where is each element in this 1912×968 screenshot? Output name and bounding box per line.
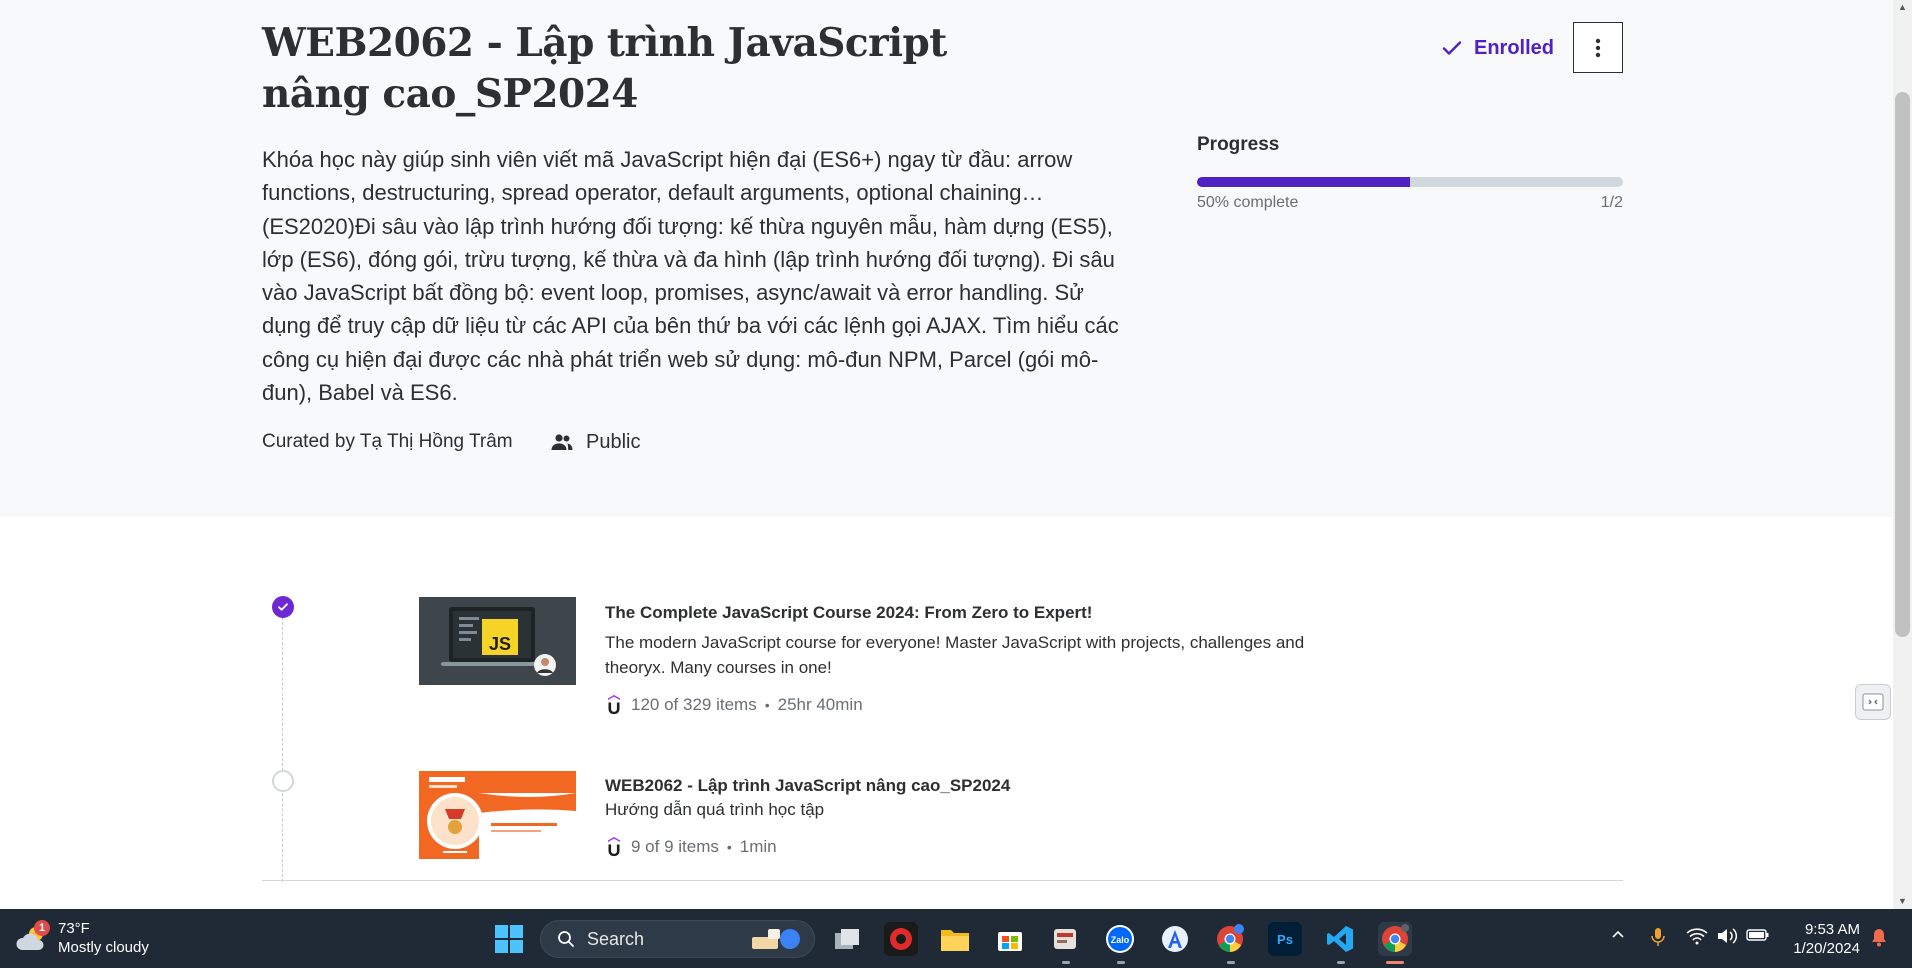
course-item-description: Hướng dẫn quá trình học tập <box>605 800 825 819</box>
progress-bar <box>1197 177 1623 187</box>
curated-by: Curated by Tạ Thị Hồng Trâm <box>262 431 513 452</box>
chrome-profile-icon[interactable] <box>1378 922 1412 956</box>
visibility-label: Public <box>586 430 641 453</box>
check-icon <box>278 603 288 611</box>
screen-capture-icon <box>1862 693 1884 711</box>
progress-label: Progress <box>1197 134 1280 155</box>
js-badge: JS <box>488 634 512 654</box>
search-placeholder: Search <box>587 928 645 949</box>
course-path-page: WEB2062 - Lập trình JavaScript nâng cao_… <box>0 0 1893 909</box>
svg-text:Zalo: Zalo <box>1111 935 1130 945</box>
task-view-icon[interactable] <box>830 922 864 956</box>
timeline-connector <box>282 617 283 882</box>
cloud-icon: 1 <box>14 920 50 956</box>
progress-fill <box>1197 177 1410 187</box>
battery-icon[interactable] <box>1746 927 1770 948</box>
course-item-title[interactable]: The Complete JavaScript Course 2024: Fro… <box>605 603 1092 623</box>
vscode-icon[interactable] <box>1323 922 1357 956</box>
check-icon <box>1442 41 1462 55</box>
notification-bell-icon[interactable] <box>1870 927 1888 952</box>
udemy-logo-icon <box>608 837 620 857</box>
windows-start-icon[interactable] <box>492 922 526 956</box>
volume-icon[interactable] <box>1716 927 1738 950</box>
weather-desc: Mostly cloudy <box>58 939 149 956</box>
people-icon <box>551 434 573 450</box>
garena-icon[interactable] <box>884 922 918 956</box>
running-indicator <box>1062 961 1070 964</box>
separator-dot: • <box>764 697 770 713</box>
course-thumbnail-image <box>419 771 576 859</box>
svg-text:Ps: Ps <box>1277 932 1293 947</box>
item-count: 9 of 9 items <box>631 837 719 856</box>
notification-badge: 1 <box>34 920 50 936</box>
running-indicator <box>1227 961 1235 964</box>
visibility-indicator: Public <box>550 430 640 454</box>
udemy-logo-icon <box>608 695 620 715</box>
chrome-icon[interactable] <box>1213 922 1247 956</box>
separator-dot: • <box>726 839 732 855</box>
scrollbar-thumb[interactable] <box>1895 92 1910 637</box>
wifi-icon[interactable] <box>1686 927 1708 950</box>
running-indicator <box>1117 961 1125 964</box>
clock-date: 1/20/2024 <box>1793 940 1860 957</box>
app-generic-icon[interactable] <box>1048 922 1082 956</box>
section-divider <box>262 880 1623 881</box>
clock-time: 9:53 AM <box>1804 921 1860 938</box>
item-duration: 1min <box>739 837 777 856</box>
course-item-meta: 9 of 9 items • 1min <box>605 836 777 858</box>
scroll-down-arrow[interactable]: ▼ <box>1895 894 1910 908</box>
kebab-menu-icon <box>1595 38 1601 57</box>
enrolled-status[interactable]: Enrolled <box>1440 31 1554 65</box>
item-duration: 25hr 40min <box>777 695 863 714</box>
show-hidden-icons-chevron[interactable] <box>1610 927 1626 948</box>
progress-percent: 50% complete <box>1197 194 1299 211</box>
enrolled-label: Enrolled <box>1474 36 1555 59</box>
course-item-meta: 120 of 329 items • 25hr 40min <box>605 694 863 716</box>
course-item-description: The modern JavaScript course for everyon… <box>605 633 1305 677</box>
course-thumbnail[interactable]: JS <box>419 597 576 685</box>
item-count: 120 of 329 items <box>631 695 757 714</box>
app-a-icon[interactable] <box>1158 922 1192 956</box>
windows-taskbar: 1 73°F Mostly cloudy Search Zalo Ps 9:53… <box>0 909 1912 968</box>
running-indicator <box>1337 961 1345 964</box>
microsoft-store-icon[interactable] <box>993 922 1027 956</box>
completed-step-indicator <box>272 596 294 618</box>
zalo-icon[interactable]: Zalo <box>1103 922 1137 956</box>
active-app-indicator <box>1386 961 1404 964</box>
more-options-button[interactable] <box>1573 22 1623 73</box>
file-explorer-icon[interactable] <box>938 922 972 956</box>
weather-widget[interactable]: 1 73°F Mostly cloudy <box>14 919 149 957</box>
course-thumbnail[interactable] <box>419 771 576 859</box>
taskbar-search-input[interactable]: Search <box>540 920 815 958</box>
floating-extension-button[interactable] <box>1855 684 1891 720</box>
course-description: Khóa học này giúp sinh viên viết mã Java… <box>262 147 1119 406</box>
search-icon <box>558 931 574 947</box>
page-title: WEB2062 - Lập trình JavaScript nâng cao_… <box>262 20 947 117</box>
photoshop-icon[interactable]: Ps <box>1268 922 1302 956</box>
scroll-up-arrow[interactable]: ▲ <box>1895 0 1910 14</box>
search-highlight-icon <box>752 929 800 949</box>
weather-temp: 73°F <box>58 920 90 937</box>
progress-count: 1/2 <box>1600 194 1623 211</box>
incomplete-step-indicator <box>272 770 294 792</box>
microphone-icon[interactable] <box>1650 927 1666 952</box>
course-item-title[interactable]: WEB2062 - Lập trình JavaScript nâng cao_… <box>605 776 1010 796</box>
system-clock[interactable]: 9:53 AM 1/20/2024 <box>1780 920 1860 958</box>
